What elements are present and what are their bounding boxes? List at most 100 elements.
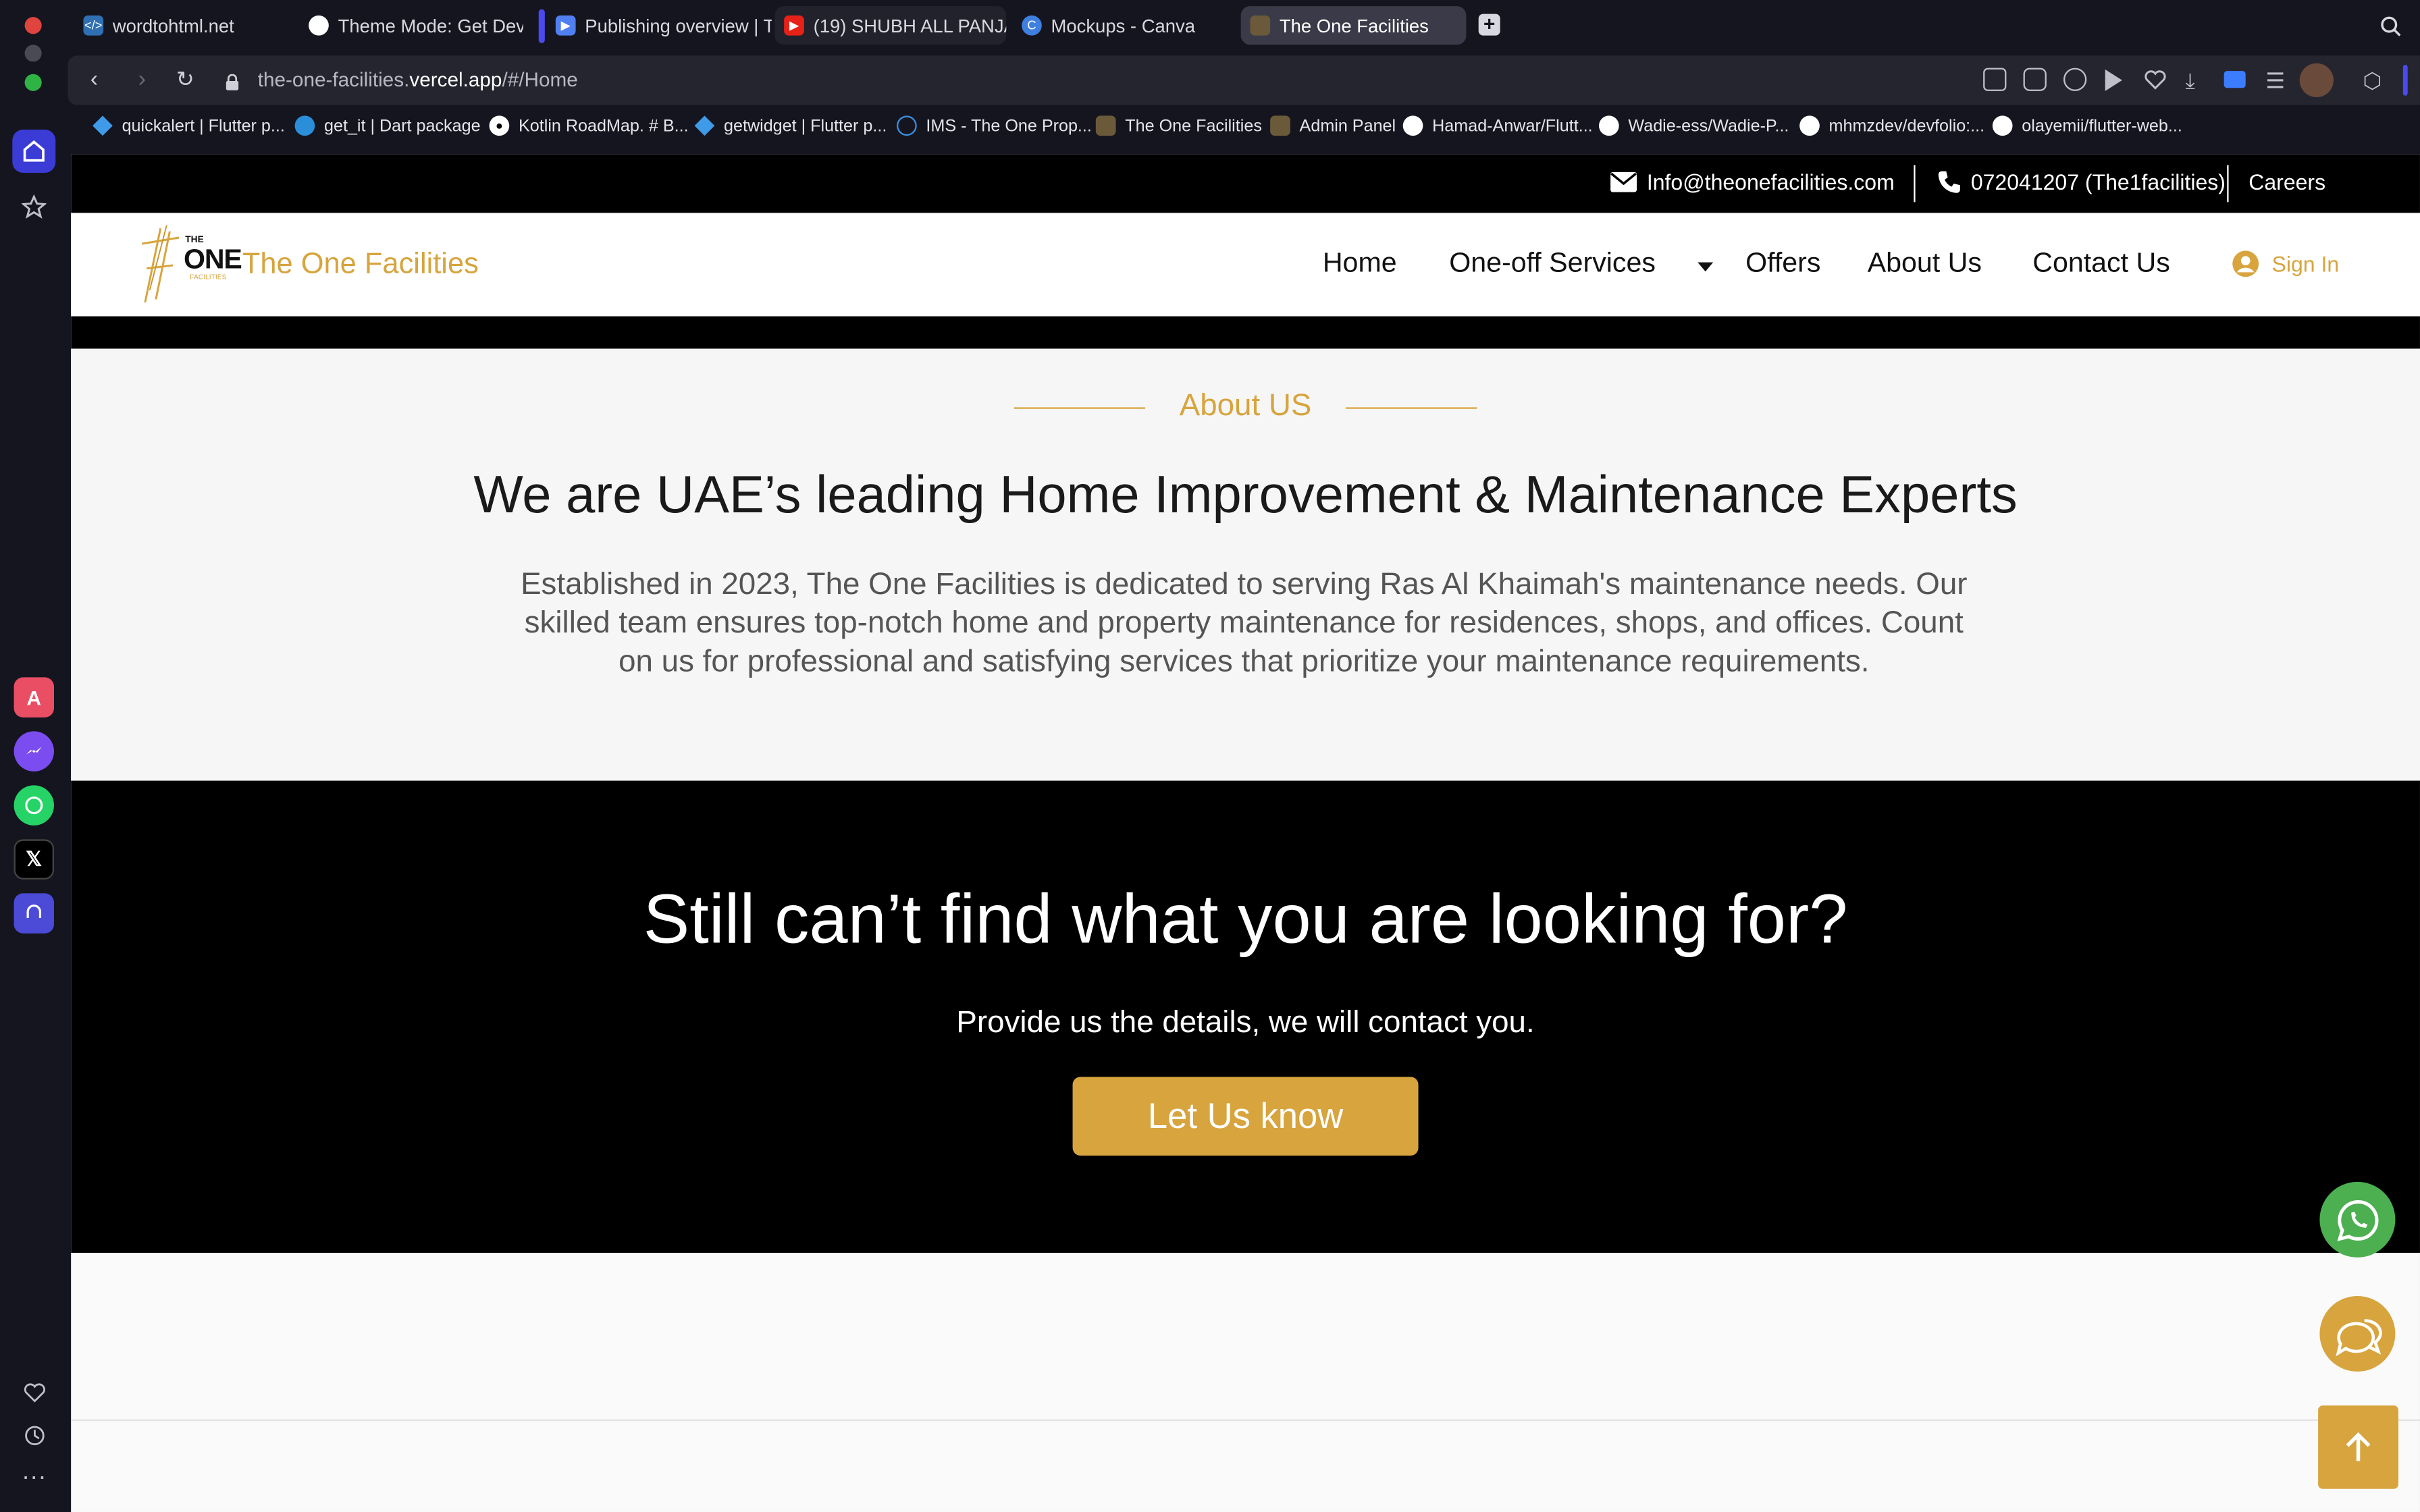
whatsapp-icon (2336, 1199, 2378, 1241)
wordtohtml-favicon: </> (83, 15, 104, 36)
bookmark-get-it[interactable]: get_it | Dart package (294, 115, 481, 136)
email-link[interactable]: Info@theonefacilities.com (1610, 169, 1895, 194)
bookmark-mhmzdev[interactable]: mhmzdev/devfolio:... (1799, 115, 1984, 136)
music-player-icon[interactable] (14, 893, 54, 934)
bookmark-getwidget[interactable]: getwidget | Flutter p... (694, 115, 887, 136)
tab-the-one-facilities[interactable]: The One Facilities (1240, 6, 1467, 45)
site-logo[interactable]: THE ONE FACILITIES (139, 222, 242, 307)
web-page: Info@theonefacilities.com 072041207 (The… (71, 154, 2420, 1512)
email-text: Info@theonefacilities.com (1646, 169, 1895, 194)
tab-youtube[interactable]: ▶ (19) SHUBH ALL PANJA (774, 6, 1007, 45)
cube-icon[interactable]: ⬡ (2363, 68, 2382, 94)
back-icon[interactable]: ‹ (80, 66, 108, 92)
history-clock-icon[interactable] (12, 1413, 55, 1457)
tab-group-indicator (538, 9, 545, 43)
tab-wordtohtml[interactable]: </> wordtohtml.net (74, 6, 290, 45)
phone-link[interactable]: 072041207 (The1facilities) (1937, 169, 2226, 194)
logo-text-facilities: FACILITIES (190, 273, 227, 281)
sidebar-toggle-indicator[interactable] (2402, 64, 2408, 96)
site-favicon (1250, 15, 1271, 36)
site-favicon (1270, 115, 1290, 136)
openai-favicon (309, 15, 329, 36)
extension-icon[interactable] (2224, 71, 2246, 88)
github-icon (1799, 115, 1820, 136)
tab-title: Publishing overview | Th (585, 14, 772, 36)
download-icon[interactable]: ⤓ (2186, 68, 2195, 94)
minimize-window-button[interactable] (24, 45, 42, 62)
bookmark-the-one-facilities[interactable]: The One Facilities (1095, 115, 1262, 136)
github-icon (1402, 115, 1423, 136)
heart-icon[interactable] (12, 1370, 55, 1413)
divider-line (1346, 407, 1477, 409)
tab-canva[interactable]: C Mockups - Canva (1012, 6, 1228, 45)
messenger-icon[interactable] (14, 731, 54, 772)
play-icon[interactable] (2105, 69, 2122, 91)
home-icon[interactable] (12, 129, 56, 173)
about-headline: We are UAE’s leading Home Improvement & … (473, 466, 2018, 525)
new-tab-icon[interactable]: + (1478, 13, 1500, 36)
divider (2227, 165, 2229, 202)
edit-icon[interactable] (1983, 68, 2007, 91)
header-band (71, 316, 2420, 349)
bookmark-ims[interactable]: IMS - The One Prop... (896, 115, 1092, 136)
canva-favicon: C (1022, 15, 1042, 36)
bookmark-kotlin-roadmap[interactable]: ● Kotlin RoadMap. # B... (489, 115, 689, 136)
heart-toolbar-icon[interactable] (2144, 68, 2167, 99)
nav-home[interactable]: Home (1323, 247, 1397, 279)
nav-offers[interactable]: Offers (1745, 247, 1820, 279)
settings-sliders-icon[interactable]: ☰ (2265, 68, 2285, 94)
divider (1914, 165, 1916, 202)
more-options-icon[interactable]: ··· (12, 1457, 55, 1500)
dart-favicon (294, 115, 315, 136)
reload-icon[interactable]: ↻ (172, 66, 199, 92)
mail-icon (1610, 171, 1637, 192)
address-bar: ‹ › ↻ the-one-facilities.vercel.app/#/Ho… (68, 55, 2420, 105)
scroll-to-top-button[interactable] (2318, 1405, 2398, 1489)
x-twitter-icon[interactable]: 𝕏 (14, 839, 54, 880)
lock-icon (226, 71, 240, 90)
bookmark-admin-panel[interactable]: Admin Panel (1270, 115, 1396, 136)
about-section: About US We are UAE’s leading Home Impro… (71, 348, 2420, 781)
arrow-up-icon (2346, 1432, 2371, 1461)
chevron-down-icon[interactable] (1698, 262, 1714, 272)
tab-theme-mode[interactable]: Theme Mode: Get Devic (299, 6, 523, 45)
nav-contact-us[interactable]: Contact Us (2032, 247, 2170, 279)
aria-app-icon[interactable]: A (14, 677, 54, 718)
favorites-star-icon[interactable] (12, 185, 55, 228)
let-us-know-button[interactable]: Let Us know (1072, 1077, 1419, 1156)
play-console-favicon: ▶ (555, 15, 576, 36)
footer-divider (71, 1419, 2420, 1422)
bookmark-quickalert[interactable]: quickalert | Flutter p... (93, 115, 285, 136)
phone-text: 072041207 (The1facilities) (1970, 169, 2226, 194)
tab-title: wordtohtml.net (112, 14, 234, 36)
cta-subtitle: Provide us the details, we will contact … (956, 1006, 1535, 1040)
url-field[interactable]: the-one-facilities.vercel.app/#/Home (258, 68, 578, 91)
tab-publishing-overview[interactable]: ▶ Publishing overview | Th (546, 6, 772, 45)
flutter-favicon (93, 115, 113, 136)
bookmark-olayemii[interactable]: olayemii/flutter-web... (1992, 115, 2182, 136)
bookmark-wadie-ess[interactable]: Wadie-ess/Wadie-P... (1598, 115, 1789, 136)
camera-icon[interactable] (2023, 68, 2047, 91)
search-tabs-icon[interactable] (2380, 16, 2402, 45)
brand-name[interactable]: The One Facilities (242, 248, 479, 282)
whatsapp-sidebar-icon[interactable] (14, 785, 54, 826)
bookmark-hamad-anwar[interactable]: Hamad-Anwar/Flutt... (1402, 115, 1593, 136)
browser-sidebar: A 𝕏 ··· (0, 0, 68, 1512)
contact-strip: Info@theonefacilities.com 072041207 (The… (71, 154, 2420, 213)
sign-in-button[interactable]: Sign In (2232, 250, 2339, 277)
nav-one-off-services[interactable]: One-off Services (1449, 247, 1656, 279)
flutter-favicon (694, 115, 715, 136)
nav-about-us[interactable]: About Us (1868, 247, 1982, 279)
forward-icon[interactable]: › (128, 66, 156, 92)
support-chat-button[interactable] (2319, 1295, 2396, 1372)
careers-link[interactable]: Careers (2248, 169, 2325, 194)
sign-in-label: Sign In (2271, 251, 2340, 277)
maximize-window-button[interactable] (24, 74, 42, 91)
close-window-button[interactable] (24, 17, 42, 34)
whatsapp-chat-button[interactable] (2319, 1181, 2396, 1258)
medium-favicon: ● (489, 115, 510, 136)
shield-icon[interactable] (2063, 68, 2087, 91)
tab-title: Mockups - Canva (1051, 14, 1195, 36)
tab-title: Theme Mode: Get Devic (338, 14, 523, 36)
profile-avatar[interactable] (2299, 63, 2334, 97)
